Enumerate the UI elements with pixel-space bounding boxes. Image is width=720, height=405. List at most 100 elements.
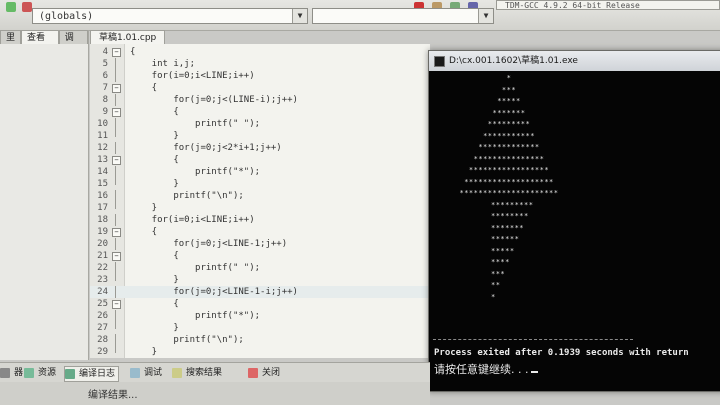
- fold-toggle-icon[interactable]: −: [112, 48, 121, 57]
- tab-compiler[interactable]: 器: [0, 366, 23, 380]
- fold-toggle-icon[interactable]: −: [112, 228, 121, 237]
- tab-project[interactable]: 里: [0, 30, 22, 44]
- code-line[interactable]: 18 for(i=0;i<LINE;i++): [90, 214, 430, 226]
- code-line[interactable]: 13− {: [90, 154, 430, 166]
- tab-label: 关闭: [262, 368, 281, 378]
- code-line[interactable]: 17 }: [90, 202, 430, 214]
- search-results-icon: [172, 368, 182, 378]
- fold-guide: [115, 190, 116, 202]
- scope-combo[interactable]: (globals) ▼: [32, 8, 308, 24]
- code-line[interactable]: 10 printf(" ");: [90, 118, 430, 130]
- compiler-select[interactable]: TDM-GCC 4.9.2 64-bit Release: [496, 0, 720, 10]
- code-line[interactable]: 11 }: [90, 130, 430, 142]
- code-line[interactable]: 8 for(j=0;j<(LINE-i);j++): [90, 94, 430, 106]
- code-line[interactable]: 16 printf("\n");: [90, 190, 430, 202]
- code-line[interactable]: 29 }: [90, 346, 430, 358]
- tab-debug[interactable]: 调试: [130, 366, 162, 380]
- line-number: 12: [97, 143, 108, 153]
- code-text: printf("*");: [130, 311, 261, 321]
- code-line[interactable]: 21− {: [90, 250, 430, 262]
- compile-result-label: 编译结果...: [88, 390, 138, 401]
- code-line[interactable]: 15 }: [90, 178, 430, 190]
- symbol-combo[interactable]: ▼: [312, 8, 494, 24]
- console-prompt: 请按任意键继续. . .: [434, 361, 539, 377]
- line-number: 17: [97, 203, 108, 213]
- console-output-row: ***************: [473, 154, 545, 163]
- code-text: }: [130, 179, 179, 189]
- console-output-row: *: [491, 292, 496, 301]
- code-line[interactable]: 24 for(j=0;j<LINE-1-i;j++): [90, 286, 430, 298]
- line-number: 21: [97, 251, 108, 261]
- code-line[interactable]: 4−{: [90, 46, 430, 58]
- line-number: 6: [102, 71, 108, 81]
- code-line[interactable]: 28 printf("\n");: [90, 334, 430, 346]
- tab-close[interactable]: 关闭: [248, 366, 280, 380]
- fold-guide: [115, 166, 116, 178]
- fold-toggle-icon[interactable]: −: [112, 108, 121, 117]
- fold-toggle-icon[interactable]: −: [112, 300, 121, 309]
- scope-combo-value: (globals): [39, 11, 94, 22]
- line-number: 13: [97, 155, 108, 165]
- console-output-row: **: [491, 281, 501, 289]
- console-output-row: ********: [491, 212, 529, 220]
- fold-guide: [115, 142, 116, 154]
- fold-guide: [115, 286, 116, 298]
- code-line[interactable]: 20 for(j=0;j<LINE-1;j++): [90, 238, 430, 250]
- code-text: printf("\n");: [130, 191, 244, 201]
- fold-toggle-icon[interactable]: −: [112, 252, 121, 261]
- fold-guide: [115, 118, 116, 130]
- tab-resources[interactable]: 资源: [24, 366, 56, 380]
- fold-toggle-icon[interactable]: −: [112, 84, 121, 93]
- code-line[interactable]: 26 printf("*");: [90, 310, 430, 322]
- tab-debug[interactable]: 调试: [58, 30, 88, 57]
- tab-compile-log[interactable]: 编译日志: [64, 366, 120, 382]
- code-line[interactable]: 25− {: [90, 298, 430, 310]
- console-window[interactable]: D:\cx.001.1602\草稿1.01.exe * *** ***** *****…: [428, 50, 720, 392]
- tab-search-results[interactable]: 搜索结果: [172, 366, 222, 380]
- line-number: 26: [97, 311, 108, 321]
- code-text: printf(" ");: [130, 119, 261, 129]
- console-output-row: *****************: [468, 166, 550, 174]
- line-number: 27: [97, 323, 108, 333]
- code-line[interactable]: 14 printf("*");: [90, 166, 430, 178]
- code-text: for(j=0;j<(LINE-i);j++): [130, 95, 298, 105]
- code-text: {: [130, 155, 179, 165]
- code-text: for(i=0;i<LINE;i++): [130, 71, 255, 81]
- code-line[interactable]: 7− {: [90, 82, 430, 94]
- code-line[interactable]: 9− {: [90, 106, 430, 118]
- line-number: 7: [102, 83, 108, 93]
- code-text: }: [130, 203, 158, 213]
- line-number: 4: [102, 47, 108, 57]
- console-output-row: *****: [497, 97, 521, 105]
- code-line[interactable]: 23 }: [90, 274, 430, 286]
- code-line[interactable]: 5 int i,j;: [90, 58, 430, 70]
- chevron-down-icon[interactable]: ▼: [292, 9, 307, 23]
- code-line[interactable]: 12 for(j=0;j<2*i+1;j++): [90, 142, 430, 154]
- console-output-row: ****: [491, 258, 510, 266]
- fold-guide: [115, 94, 116, 106]
- console-output-row: *********************: [459, 189, 559, 197]
- line-number: 18: [97, 215, 108, 225]
- file-tab[interactable]: 草稿1.01.cpp: [90, 30, 166, 45]
- code-text: {: [130, 227, 158, 237]
- project-tree[interactable]: [0, 44, 88, 360]
- fold-toggle-icon[interactable]: −: [112, 156, 121, 165]
- code-line[interactable]: 6 for(i=0;i<LINE;i++): [90, 70, 430, 82]
- chevron-down-icon[interactable]: ▼: [478, 9, 493, 23]
- console-titlebar[interactable]: D:\cx.001.1602\草稿1.01.exe: [429, 51, 720, 71]
- toolbar: TDM-GCC 4.9.2 64-bit Release (globals) ▼…: [0, 0, 720, 31]
- line-number: 15: [97, 179, 108, 189]
- toolbar-icon-1[interactable]: [6, 2, 16, 12]
- console-output-row: *******: [492, 108, 526, 117]
- code-line[interactable]: 22 printf(" ");: [90, 262, 430, 274]
- code-text: int i,j;: [130, 59, 196, 69]
- fold-guide: [115, 310, 116, 322]
- code-editor[interactable]: 4−{5 int i,j; 6 for(i=0;i<LINE;i++) 7− {8 …: [90, 44, 430, 358]
- tab-class-view[interactable]: 查看类: [21, 30, 59, 57]
- console-output-row: *************: [478, 143, 540, 151]
- code-line[interactable]: 27 }: [90, 322, 430, 334]
- code-line[interactable]: 19− {: [90, 226, 430, 238]
- toolbar-icon-2[interactable]: [22, 2, 32, 12]
- project-panel: 里 查看类 调试: [0, 30, 89, 360]
- line-number: 8: [102, 95, 108, 105]
